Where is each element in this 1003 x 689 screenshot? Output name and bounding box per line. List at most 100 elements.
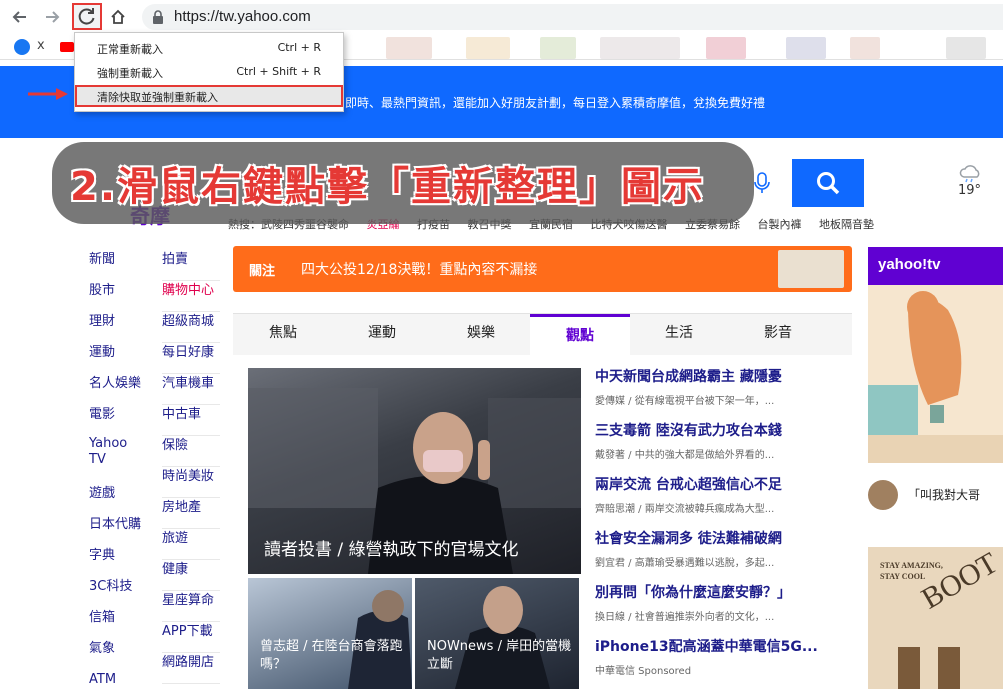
weather-widget[interactable]: 19° [958,165,1003,198]
menu-link[interactable]: 拍賣 [162,250,220,281]
menu-item-label: 清除快取並強制重新載入 [97,91,218,104]
services-menu-col1: 新聞 股市 理財 運動 名人娛樂 電影 Yahoo TV 遊戲 日本代購 字典 … [89,250,141,689]
menu-link[interactable]: 電影 [89,405,141,436]
news-title[interactable]: iPhone13配高涵蓋中華電信5G... [595,636,850,656]
browser-window: https://tw.yahoo.com x 即時、最熱門資訊，還能加入好朋友計… [0,0,1003,689]
menu-link[interactable]: 保險 [162,436,220,467]
menu-link[interactable]: 理財 [89,312,141,343]
url-text: https://tw.yahoo.com [174,8,311,25]
notice-banner[interactable]: 關注 四大公投12/18決戰！重點內容不漏接 [233,246,852,292]
list-item[interactable]: 兩岸交流 台戒心超強信心不足 齊賠思潮 / 兩岸交流被韓兵瘋成為大型... [595,474,850,528]
thumb-caption: NOWnews / 岸田的當機立斷 [427,639,572,672]
tab-opinion[interactable]: 觀點 [530,314,630,356]
notice-label: 關注 [249,264,276,279]
thumb-story[interactable]: NOWnews / 岸田的當機立斷 [415,578,579,689]
arrow-right-icon[interactable] [40,5,64,29]
notice-thumbnail [778,250,844,288]
reload-button[interactable] [72,3,102,30]
notice-text: 四大公投12/18決戰！重點內容不漏接 [301,262,538,278]
hero-story[interactable]: 讀者投書 / 綠營執政下的官場文化 [248,368,581,574]
bookmark-item[interactable] [540,37,576,59]
menu-link[interactable]: 房地產 [162,498,220,529]
url-bar[interactable]: https://tw.yahoo.com [142,4,1003,30]
home-icon[interactable] [106,5,130,29]
facebook-icon[interactable] [14,39,30,55]
bookmark-label[interactable]: x [37,38,45,53]
tab-life[interactable]: 生活 [629,314,729,356]
news-title[interactable]: 社會安全漏洞多 徒法難補破網 [595,528,850,548]
list-item[interactable]: 中天新聞台成網路霸主 藏隱憂 愛傳媒 / 從有線電視平台被下架一年，... [595,366,850,420]
advertisement[interactable]: STAY AMAZING, STAY COOL BOOT [868,547,1003,689]
tab-entertainment[interactable]: 娛樂 [431,314,531,356]
list-item[interactable]: 社會安全漏洞多 徒法難補破網 劉宜君 / 高蕭瑜受暴遇難以逃脫，多起... [595,528,850,582]
tab-sports[interactable]: 運動 [332,314,432,356]
search-icon [817,172,840,195]
menu-link[interactable]: APP下載 [162,622,220,653]
menu-link[interactable]: 時尚美妝 [162,467,220,498]
menu-link[interactable]: 網路開店 [162,653,220,684]
menu-link[interactable]: 運動 [89,343,141,374]
bookmark-item[interactable] [706,37,746,59]
menu-link[interactable]: 股市 [89,281,141,312]
callout-text: 2.滑鼠右鍵點擊「重新整理」圖示 [69,163,706,211]
avatar[interactable] [868,480,898,510]
news-title[interactable]: 三支毒箭 陸沒有武力攻台本錢 [595,420,850,440]
news-summary: 戴發著 / 中共的強大都是做給外界看的... [595,450,775,461]
menu-item-empty-cache-hard-reload[interactable]: 清除快取並強制重新載入 [75,85,343,107]
rail-headline[interactable]: 「叫我對大哥 [908,486,980,503]
yahoo-tv-widget[interactable]: yahoo!tv [868,247,1003,463]
reload-icon [78,8,95,25]
bookmark-item[interactable] [946,37,986,59]
menu-link[interactable]: 遊戲 [89,484,141,515]
menu-link[interactable]: 3C科技 [89,577,141,608]
sponsored-item[interactable]: iPhone13配高涵蓋中華電信5G... 中華電信 Sponsored [595,636,850,689]
list-item[interactable]: 別再問「你為什麼這麼安靜？」 換日線 / 社會普遍推崇外向者的文化，... [595,582,850,636]
bookmark-item[interactable] [600,37,680,59]
bookmark-item[interactable] [850,37,880,59]
menu-link[interactable]: 名人娛樂 [89,374,141,405]
cloud-rain-icon [959,165,980,183]
browser-toolbar: https://tw.yahoo.com [0,0,1003,34]
menu-link[interactable]: 信箱 [89,608,141,639]
instruction-callout: 2.滑鼠右鍵點擊「重新整理」圖示 [52,142,754,224]
yahoo-tv-logo: yahoo!tv [878,256,941,273]
menu-link[interactable]: Yahoo TV [89,436,137,484]
bookmark-item[interactable] [466,37,510,59]
menu-link[interactable]: 日本代購 [89,515,141,546]
bookmark-item[interactable] [386,37,432,59]
menu-link[interactable]: 健康 [162,560,220,591]
hero-caption: 讀者投書 / 綠營執政下的官場文化 [264,540,519,560]
tab-video[interactable]: 影音 [728,314,828,356]
menu-link[interactable]: 星座算命 [162,591,220,622]
menu-link[interactable]: 汽車機車 [162,374,220,405]
youtube-icon[interactable] [60,42,74,52]
bookmark-item[interactable] [786,37,826,59]
pointer-arrow-icon [28,88,68,100]
trend-item[interactable]: 台製內褲 [758,218,802,231]
menu-link[interactable]: 中古車 [162,405,220,436]
menu-link[interactable]: 每日好康 [162,343,220,374]
news-summary: 換日線 / 社會普遍推崇外向者的文化，... [595,612,775,623]
thumb-story[interactable]: 曾志超 / 在陸台商會落跑嗎？ [248,578,412,689]
menu-link[interactable]: 新聞 [89,250,141,281]
menu-link[interactable]: 購物中心 [162,281,220,312]
tab-focus[interactable]: 焦點 [233,314,333,356]
lock-icon [153,10,163,24]
news-title[interactable]: 兩岸交流 台戒心超強信心不足 [595,474,850,494]
menu-link[interactable]: ATM [89,670,141,689]
news-summary: 中華電信 Sponsored [595,666,692,677]
menu-link[interactable]: 字典 [89,546,141,577]
menu-item-hard-reload[interactable]: 強制重新載入 Ctrl + Shift + R [75,61,343,83]
search-button[interactable] [792,159,864,207]
news-title[interactable]: 別再問「你為什麼這麼安靜？」 [595,582,850,602]
menu-item-normal-reload[interactable]: 正常重新載入 Ctrl + R [75,37,343,59]
list-item[interactable]: 三支毒箭 陸沒有武力攻台本錢 戴發著 / 中共的強大都是做給外界看的... [595,420,850,474]
microphone-icon[interactable] [754,172,770,194]
menu-link[interactable]: 氣象 [89,639,141,670]
banner-text: 即時、最熱門資訊，還能加入好朋友計劃，每日登入累積奇摩值，兌換免費好禮 [345,96,766,110]
trend-item[interactable]: 地板隔音墊 [819,218,874,231]
arrow-left-icon[interactable] [8,5,32,29]
menu-link[interactable]: 旅遊 [162,529,220,560]
menu-link[interactable]: 超級商城 [162,312,220,343]
news-title[interactable]: 中天新聞台成網路霸主 藏隱憂 [595,366,850,386]
